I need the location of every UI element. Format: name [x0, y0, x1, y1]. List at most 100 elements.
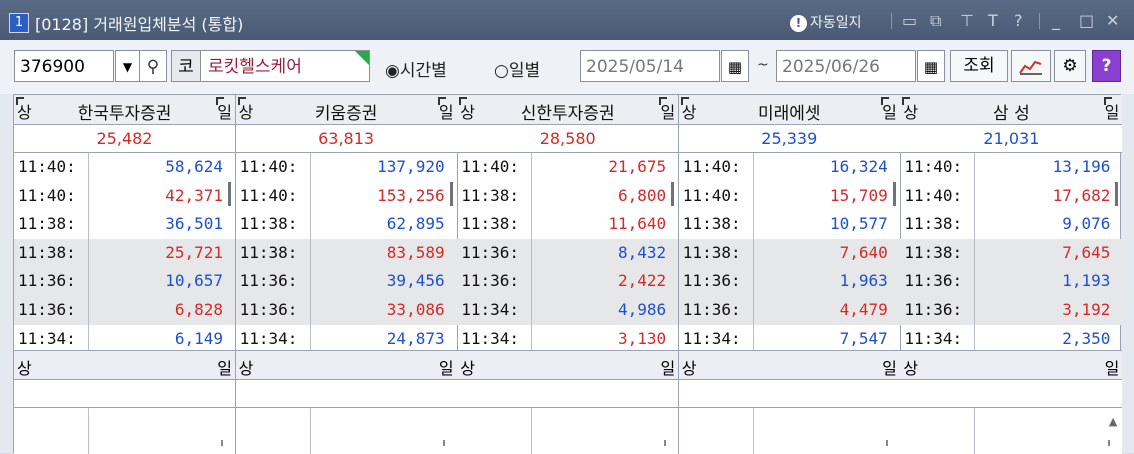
minimize-icon[interactable]: _ [1052, 11, 1060, 30]
broker-name[interactable]: 삼 성 [922, 99, 1100, 124]
calendar-icon[interactable]: ▦ [721, 50, 749, 82]
date-from-input[interactable]: 2025/05/14 [580, 50, 720, 82]
scrollbar-thumb[interactable] [228, 182, 231, 206]
table-row[interactable]: 11:40: 17,682 [900, 181, 1122, 211]
query-button[interactable]: 조회 [950, 50, 1008, 82]
broker-header-2: 상일 [235, 350, 457, 380]
tag-daily[interactable]: 일 [881, 97, 897, 123]
tag-daily[interactable]: 일 [882, 355, 897, 379]
table-row[interactable]: 11:36: 10,657 [14, 267, 235, 296]
table-row[interactable]: 11:34: 7,547 [679, 324, 900, 354]
font-size-icon[interactable]: T [988, 11, 998, 30]
tag-upper[interactable]: 상 [903, 355, 918, 379]
table-row[interactable]: 11:40: 13,196 [900, 153, 1122, 182]
table-row[interactable]: 11:36: 4,479 [678, 295, 900, 325]
help-button[interactable]: ? [1092, 50, 1121, 82]
tag-upper[interactable]: 상 [17, 355, 32, 379]
table-row[interactable]: 11:40: 42,371 [14, 181, 235, 211]
broker-header-2: 상일 [900, 350, 1123, 380]
gear-icon[interactable]: ⚙ [1054, 50, 1086, 82]
table-row[interactable]: 11:38: 11,640 [457, 210, 678, 239]
table-row[interactable]: 11:34: 24,873 [236, 324, 457, 354]
tag-upper[interactable]: 상 [459, 97, 475, 123]
table-row[interactable]: 11:40: 137,920 [236, 153, 457, 182]
maximize-icon[interactable]: □ [1079, 11, 1094, 30]
table-row[interactable]: 11:38: 6,800 [457, 181, 678, 211]
tag-daily[interactable]: 일 [217, 355, 232, 379]
link-window-icon[interactable]: ⧉ [930, 11, 941, 31]
column-divider [752, 408, 754, 454]
market-prefix[interactable]: 코 [171, 50, 201, 82]
tag-upper[interactable]: 상 [682, 355, 697, 379]
tag-daily[interactable]: 일 [439, 355, 454, 379]
search-icon[interactable]: ⚲ [139, 50, 167, 82]
close-icon[interactable]: ✕ [1106, 11, 1119, 30]
pin-icon[interactable]: ⊤ [960, 11, 974, 30]
table-row[interactable]: 11:36: 33,086 [235, 295, 457, 325]
table-row[interactable]: 11:40: 15,709 [679, 181, 900, 211]
column-divider [974, 153, 976, 182]
table-row[interactable]: 11:36: 39,456 [235, 267, 457, 296]
tag-daily[interactable]: 일 [660, 355, 675, 379]
table-row[interactable]: 11:34: 4,986 [457, 295, 679, 325]
date-to-input[interactable]: 2025/06/26 [776, 50, 916, 82]
broker-name[interactable]: 한국투자증권 [36, 99, 213, 124]
table-row[interactable]: 11:36: 8,432 [457, 238, 679, 268]
scroll-up-icon[interactable]: ▲ [1109, 415, 1117, 428]
trade-volume: 36,501 [165, 214, 223, 234]
table-row[interactable]: 11:34: 3,130 [457, 324, 678, 354]
table-row[interactable]: 11:40: 58,624 [14, 153, 235, 182]
window-number-badge[interactable]: 1 [9, 13, 29, 33]
chevron-down-icon[interactable]: ▼ [115, 50, 140, 82]
trade-time: 11:36: [682, 299, 741, 319]
column-divider [88, 181, 89, 211]
table-row[interactable]: 11:36: 1,963 [678, 267, 900, 296]
stock-code-input[interactable]: 376900 [14, 50, 114, 82]
tag-daily[interactable]: 일 [437, 97, 454, 123]
table-row[interactable]: 11:38: 36,501 [14, 210, 235, 239]
scrollbar-thumb[interactable] [892, 182, 896, 206]
table-row[interactable]: 11:38: 83,589 [235, 238, 457, 268]
table-row[interactable]: 11:40: 153,256 [236, 181, 457, 211]
stock-name-field[interactable]: 로킷헬스케어 [200, 50, 370, 82]
radio-by-time[interactable]: ◉시간별 [385, 56, 447, 81]
layout-icon[interactable]: ▭ [902, 11, 917, 30]
table-row[interactable]: 11:38: 7,645 [900, 238, 1123, 268]
table-row[interactable]: 11:40: 21,675 [457, 153, 678, 182]
table-row[interactable]: 11:36: 2,422 [457, 267, 679, 296]
table-row[interactable]: 11:36: 1,193 [900, 267, 1123, 296]
tag-daily[interactable]: 일 [659, 97, 675, 123]
table-row[interactable]: 11:34: 6,149 [14, 324, 235, 354]
table-row[interactable]: 11:38: 25,721 [14, 238, 235, 268]
tag-daily[interactable]: 일 [1103, 97, 1119, 123]
table-row[interactable]: 11:40: 16,324 [679, 153, 900, 182]
trade-time: 11:38: [18, 214, 76, 234]
auto-journal-button[interactable]: ! 자동일지 [790, 12, 862, 32]
tag-upper[interactable]: 상 [237, 97, 253, 123]
table-row[interactable]: 11:38: 9,076 [900, 210, 1122, 239]
tag-upper[interactable]: 상 [460, 355, 475, 379]
broker-name[interactable]: 신한투자증권 [479, 99, 656, 124]
tag-upper[interactable]: 상 [239, 355, 254, 379]
tag-daily[interactable]: 일 [1105, 355, 1120, 379]
table-row[interactable]: 11:38: 7,640 [678, 238, 900, 268]
tag-daily[interactable]: 일 [216, 97, 232, 123]
chart-icon[interactable] [1011, 50, 1051, 82]
broker-name[interactable]: 키움증권 [258, 99, 435, 124]
tag-upper[interactable]: 상 [902, 97, 918, 123]
scrollbar-thumb[interactable] [1115, 182, 1119, 206]
radio-by-day[interactable]: ○일별 [494, 56, 540, 81]
broker-panel: 상 신한투자증권 일 28,580 11:40: 21,675 11:38: 6,800 11:… [457, 95, 680, 454]
table-row[interactable]: 11:38: 62,895 [236, 210, 457, 239]
tag-upper[interactable]: 상 [680, 97, 697, 123]
help-icon[interactable]: ? [1014, 11, 1023, 30]
table-row[interactable]: 11:36: 3,192 [900, 295, 1123, 325]
tag-upper[interactable]: 상 [16, 97, 32, 123]
table-row[interactable]: 11:38: 10,577 [679, 210, 900, 239]
scrollbar-thumb[interactable] [671, 182, 675, 206]
calendar-icon[interactable]: ▦ [917, 50, 945, 82]
scrollbar-thumb[interactable] [449, 182, 453, 206]
table-row[interactable]: 11:36: 6,828 [14, 295, 235, 325]
table-row[interactable]: 11:34: 2,350 [900, 324, 1122, 354]
broker-name[interactable]: 미래에셋 [701, 99, 878, 124]
